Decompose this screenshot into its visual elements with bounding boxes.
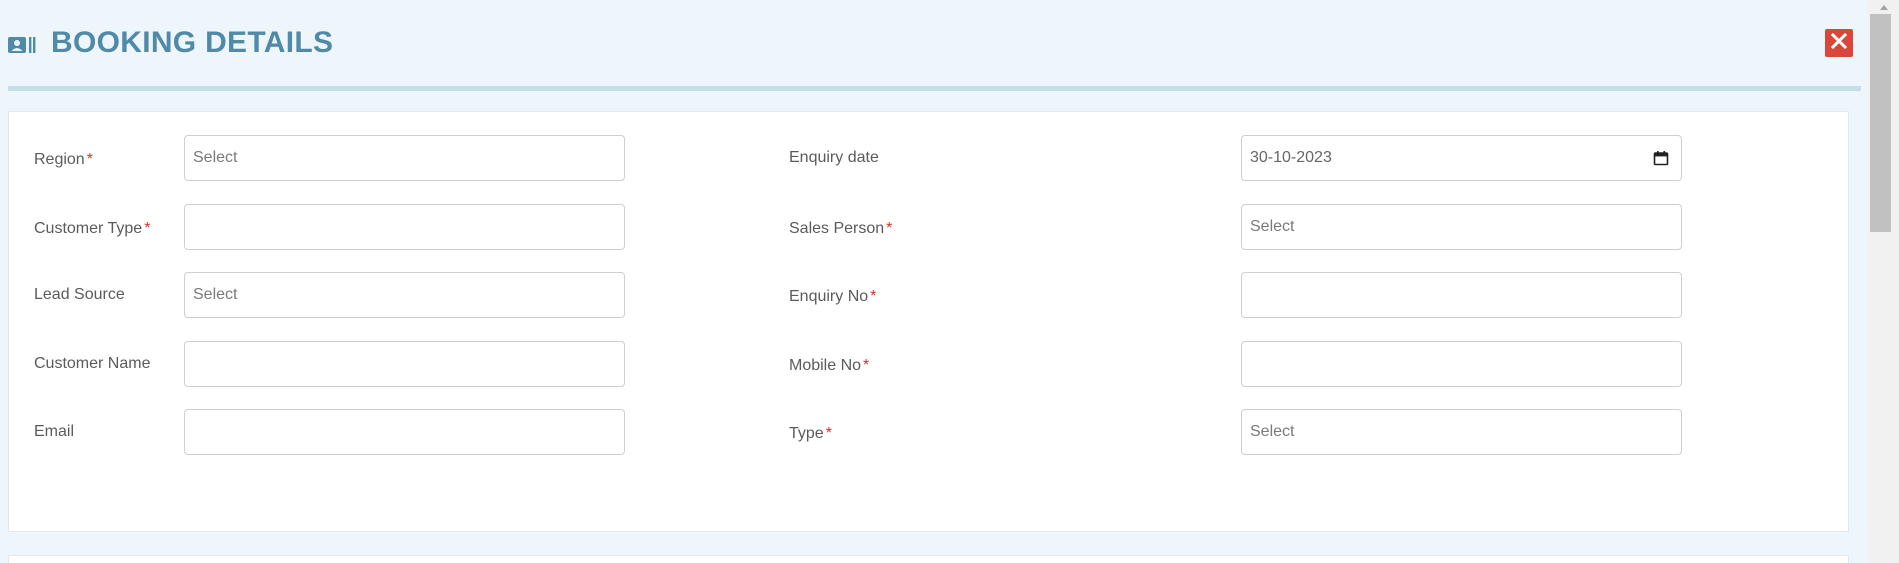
close-icon bbox=[1830, 32, 1848, 54]
customer-type-label: Customer Type * bbox=[34, 220, 151, 237]
enquiry-date-input[interactable]: 30-10-2023 bbox=[1241, 135, 1682, 181]
enquiry-no-input[interactable] bbox=[1241, 272, 1682, 318]
header: BOOKING DETAILS bbox=[0, 0, 1868, 91]
lead-source-label: Lead Source bbox=[34, 286, 125, 303]
lead-source-select[interactable]: Select bbox=[184, 272, 625, 318]
type-select[interactable]: Select bbox=[1241, 409, 1682, 455]
enquiry-date-label: Enquiry date bbox=[789, 149, 879, 166]
sales-person-select[interactable]: Select bbox=[1241, 204, 1682, 250]
scrollbar-thumb[interactable] bbox=[1870, 14, 1891, 232]
type-label: Type * bbox=[789, 425, 832, 442]
page-title: BOOKING DETAILS bbox=[51, 26, 334, 59]
contact-card-icon bbox=[8, 36, 36, 56]
customer-type-input[interactable] bbox=[184, 204, 625, 250]
sales-person-label: Sales Person * bbox=[789, 220, 893, 237]
customer-name-label: Customer Name bbox=[34, 355, 151, 372]
booking-form: Region * Select Customer Type * Lead Sourc… bbox=[8, 111, 1849, 532]
email-label: Email bbox=[34, 423, 75, 440]
region-label: Region * bbox=[34, 151, 93, 168]
header-divider bbox=[8, 86, 1861, 91]
mobile-no-label: Mobile No * bbox=[789, 357, 870, 374]
customer-name-input[interactable] bbox=[184, 341, 625, 387]
close-button[interactable] bbox=[1825, 29, 1853, 57]
region-select[interactable]: Select bbox=[184, 135, 625, 181]
calendar-icon[interactable] bbox=[1653, 150, 1669, 166]
email-input[interactable] bbox=[184, 409, 625, 455]
scroll-up-arrow-icon[interactable] bbox=[1868, 0, 1899, 14]
enquiry-no-label: Enquiry No * bbox=[789, 288, 877, 305]
booking-details-page: BOOKING DETAILS Region * Select Customer … bbox=[0, 0, 1899, 563]
mobile-no-input[interactable] bbox=[1241, 341, 1682, 387]
vertical-scrollbar[interactable] bbox=[1868, 0, 1899, 563]
next-section-card bbox=[8, 555, 1849, 563]
